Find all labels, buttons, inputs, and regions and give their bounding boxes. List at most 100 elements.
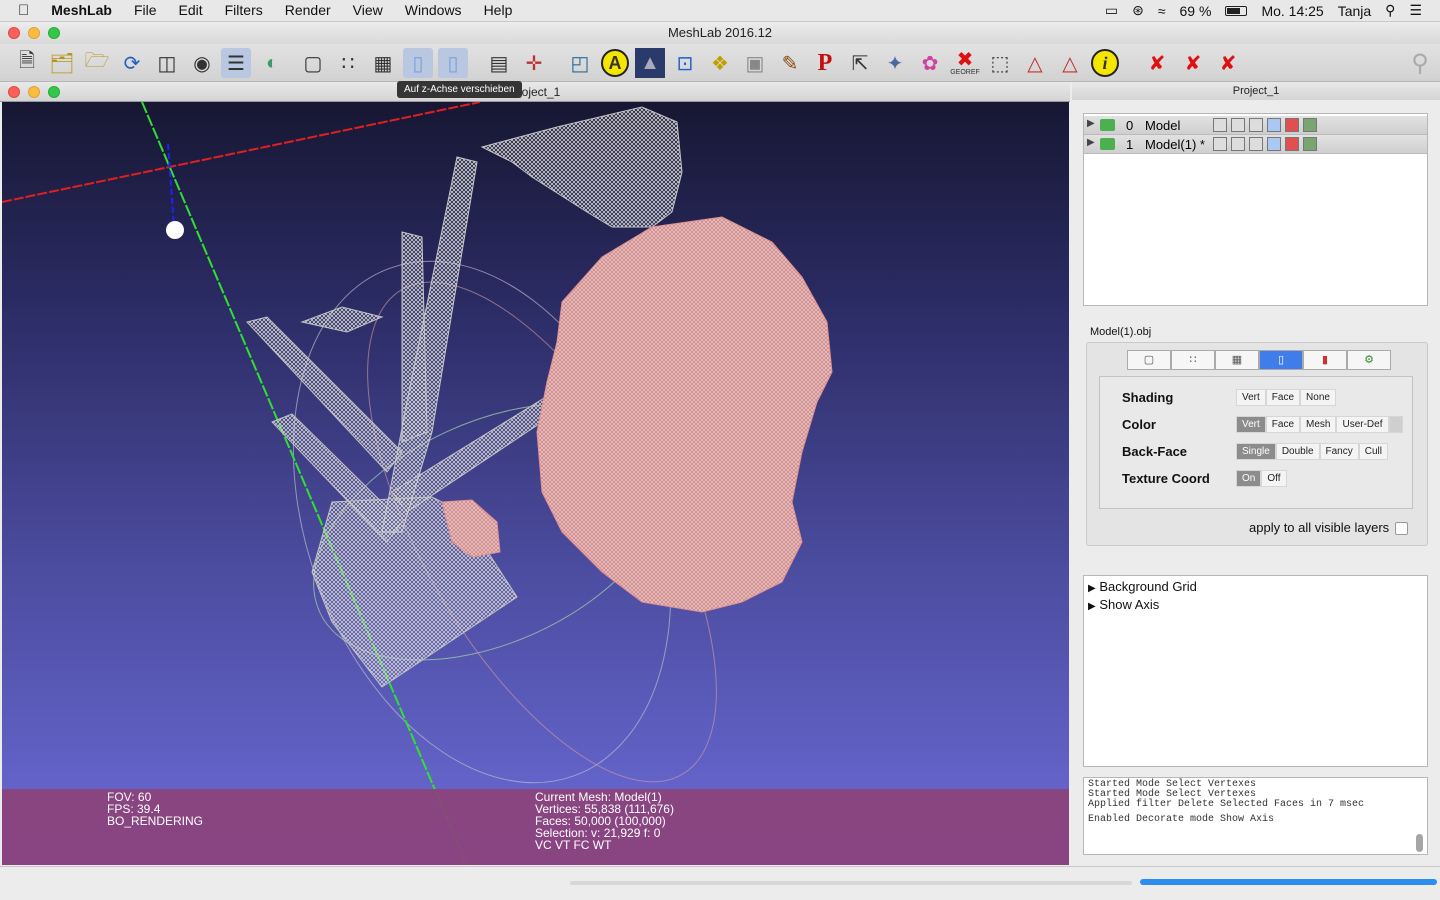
open-mesh-icon[interactable]: 🗂 xyxy=(47,48,77,78)
snapshot-icon[interactable]: ◉ xyxy=(187,48,217,78)
menu-filters[interactable]: Filters xyxy=(225,2,263,19)
app-menu[interactable]: MeshLab xyxy=(51,2,112,19)
tab-bbox[interactable]: ▢ xyxy=(1127,350,1171,370)
open-project-icon[interactable]: 🗁 xyxy=(82,48,112,78)
texture-mode-icon[interactable] xyxy=(1285,118,1299,132)
annotate-icon[interactable]: A xyxy=(600,48,630,78)
bluetooth-icon[interactable]: ⊛ xyxy=(1132,2,1144,19)
decorator-item[interactable]: ▶ Show Axis xyxy=(1088,597,1159,612)
backface-single-option[interactable]: Single xyxy=(1236,443,1276,460)
spotlight-icon[interactable]: ⚲ xyxy=(1385,2,1395,19)
menu-edit[interactable]: Edit xyxy=(179,2,203,19)
smooth-icon[interactable]: ▯ xyxy=(438,48,468,78)
color-face-option[interactable]: Face xyxy=(1265,416,1301,433)
clock[interactable]: Mo. 14:25 xyxy=(1261,3,1323,19)
manipulator-icon[interactable]: ⊡ xyxy=(670,48,700,78)
visibility-eye-icon[interactable] xyxy=(1100,138,1115,150)
flat-icon[interactable]: ▯ xyxy=(403,48,433,78)
minimize-window-button[interactable] xyxy=(28,27,40,39)
shader-icon[interactable]: ◐ xyxy=(257,48,287,78)
wire-mode-icon[interactable] xyxy=(1249,118,1263,132)
backface-cull-option[interactable]: Cull xyxy=(1358,443,1388,460)
expand-arrow-icon[interactable]: ▶ xyxy=(1088,583,1096,594)
close-window-button[interactable] xyxy=(8,27,20,39)
close-subwindow-button[interactable] xyxy=(8,86,20,98)
solid-mode-icon[interactable] xyxy=(1267,118,1281,132)
measure-icon[interactable]: ▲ xyxy=(635,48,665,78)
align-icon[interactable]: ❖ xyxy=(705,48,735,78)
bbox-mode-icon[interactable] xyxy=(1213,137,1227,151)
tab-texture[interactable]: ▮ xyxy=(1303,350,1347,370)
delete-vert-icon[interactable]: ✘ xyxy=(1142,48,1172,78)
new-project-icon[interactable]: 🗎 xyxy=(12,48,42,78)
wire-mode-icon[interactable] xyxy=(1249,137,1263,151)
save-icon[interactable]: ◫ xyxy=(152,48,182,78)
menu-file[interactable]: File xyxy=(134,2,157,19)
axis-icon[interactable]: ✛ xyxy=(519,48,549,78)
apple-icon[interactable]:  xyxy=(18,2,29,19)
visibility-eye-icon[interactable] xyxy=(1100,119,1115,131)
pickpoints-icon[interactable]: P xyxy=(810,48,840,78)
options-mode-icon[interactable] xyxy=(1303,118,1317,132)
tab-points[interactable]: ∷ xyxy=(1171,350,1215,370)
backface-fancy-option[interactable]: Fancy xyxy=(1319,443,1359,460)
apply-all-layers[interactable]: apply to all visible layers xyxy=(1249,520,1409,536)
layer-name[interactable]: Model(1) * xyxy=(1145,137,1205,152)
battery-percent[interactable]: 69 % xyxy=(1180,3,1212,19)
expand-arrow-icon[interactable]: ▶ xyxy=(1088,601,1096,612)
apply-all-checkbox[interactable] xyxy=(1395,522,1409,536)
delete-face-icon[interactable]: ✘ xyxy=(1178,48,1208,78)
airplay-icon[interactable]: ▭ xyxy=(1105,2,1118,19)
select-face-icon[interactable]: ✦ xyxy=(880,48,910,78)
paint-icon[interactable]: ✎ xyxy=(775,48,805,78)
bbox-icon[interactable]: ▢ xyxy=(298,48,328,78)
menu-render[interactable]: Render xyxy=(285,2,331,19)
shading-vert-option[interactable]: Vert xyxy=(1236,389,1266,406)
menu-help[interactable]: Help xyxy=(484,2,513,19)
options-mode-icon[interactable] xyxy=(1303,137,1317,151)
shading-none-option[interactable]: None xyxy=(1300,389,1336,406)
points-mode-icon[interactable] xyxy=(1231,137,1245,151)
select-vertex-icon[interactable]: ⇱ xyxy=(845,48,875,78)
expand-arrow-icon[interactable]: ▶ xyxy=(1087,118,1095,129)
texture-icon[interactable]: ▤ xyxy=(484,48,514,78)
color-icon[interactable]: ✿ xyxy=(915,48,945,78)
bbox-mode-icon[interactable] xyxy=(1213,118,1227,132)
texcoord-on-option[interactable]: On xyxy=(1236,470,1262,487)
search-icon[interactable]: ⚲ xyxy=(1405,48,1435,78)
user-name[interactable]: Tanja xyxy=(1338,3,1371,19)
expand-arrow-icon[interactable]: ▶ xyxy=(1087,137,1095,148)
shading-face-option[interactable]: Face xyxy=(1265,389,1301,406)
texture-mode-icon[interactable] xyxy=(1285,137,1299,151)
log-scrollbar[interactable] xyxy=(1416,834,1423,852)
delete-all-icon[interactable]: ✘ xyxy=(1213,48,1243,78)
tab-solid[interactable]: ▯ xyxy=(1259,350,1303,370)
layer-row[interactable]: ▶ 0 Model xyxy=(1084,116,1427,135)
3d-viewport[interactable]: FOV: 60 FPS: 39.4 BO_RENDERING Current M… xyxy=(2,102,1069,865)
points-icon[interactable]: ∷ xyxy=(333,48,363,78)
solid-mode-icon[interactable] xyxy=(1267,137,1281,151)
notification-center-icon[interactable]: ☰ xyxy=(1409,2,1422,19)
menu-windows[interactable]: Windows xyxy=(405,2,462,19)
layer-name[interactable]: Model xyxy=(1145,118,1180,133)
minimize-subwindow-button[interactable] xyxy=(28,86,40,98)
menu-view[interactable]: View xyxy=(353,2,383,19)
reload-icon[interactable]: ⟳ xyxy=(117,48,147,78)
backface-double-option[interactable]: Double xyxy=(1275,443,1320,460)
points-mode-icon[interactable] xyxy=(1231,118,1245,132)
zoom-subwindow-button[interactable] xyxy=(48,86,60,98)
horizontal-scrollbar[interactable] xyxy=(570,881,1132,885)
wireframe-icon[interactable]: ▦ xyxy=(368,48,398,78)
color-vert-option[interactable]: Vert xyxy=(1236,416,1266,433)
select-point-icon[interactable]: △ xyxy=(1055,48,1085,78)
decorator-item[interactable]: ▶ Background Grid xyxy=(1088,579,1197,594)
layer-row[interactable]: ▶ 1 Model(1) * xyxy=(1084,135,1427,154)
texcoord-off-option[interactable]: Off xyxy=(1261,470,1287,487)
select-conn-icon[interactable]: △ xyxy=(1020,48,1050,78)
wifi-icon[interactable]: ≈ xyxy=(1158,3,1166,19)
color-userdef-option[interactable]: User-Def xyxy=(1336,416,1389,433)
color-swatch[interactable] xyxy=(1388,416,1403,433)
raster-icon[interactable]: ▣ xyxy=(740,48,770,78)
zoom-window-button[interactable] xyxy=(48,27,60,39)
trackball-icon[interactable]: ◰ xyxy=(565,48,595,78)
